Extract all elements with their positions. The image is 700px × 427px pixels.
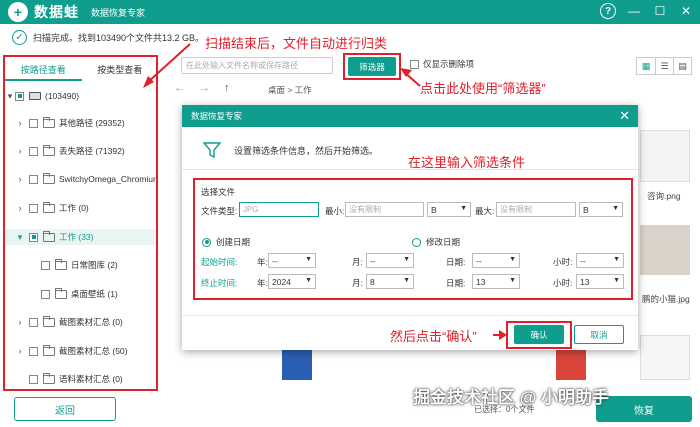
title-bar: + 数据蛙 数据恢复专家 ? — ☐ ✕ <box>0 0 700 24</box>
frog-logo-icon: + <box>8 2 28 22</box>
forward-arrow-icon[interactable]: → <box>199 82 210 94</box>
annotation-box-confirm <box>506 321 572 349</box>
app-logo: + 数据蛙 <box>8 2 79 22</box>
annotation-scan-done: 扫描结束后，文件自动进行归类 <box>205 36 388 51</box>
deleted-only-label: 仅显示删除项 <box>423 59 475 69</box>
file-thumbnail[interactable] <box>556 350 586 380</box>
up-arrow-icon[interactable]: ↑ <box>224 82 230 94</box>
annotation-box-conditions <box>193 178 633 300</box>
dialog-info-text: 设置筛选条件信息，然后开始筛选。 <box>234 145 379 156</box>
file-thumbnail[interactable] <box>640 130 690 182</box>
funnel-icon <box>202 142 222 159</box>
grid-view-icon[interactable]: ▦ <box>637 58 655 74</box>
cancel-button[interactable]: 取消 <box>574 325 624 344</box>
file-thumbnail[interactable] <box>282 350 312 380</box>
search-input[interactable]: 在此处输入文件名称或保存路径 <box>181 57 333 74</box>
breadcrumb: 桌面 > 工作 <box>268 85 312 95</box>
watermark: 掘金技术社区 @ 小明助手 <box>413 388 610 407</box>
annotation-box-filter <box>343 53 401 80</box>
arrow-to-filter <box>403 71 421 87</box>
view-mode-switch: ▦ ☰ ▤ <box>636 57 692 75</box>
deleted-only-toggle[interactable]: 仅显示删除项 <box>410 58 474 70</box>
file-label: 鹏的小猫.jpg <box>642 294 690 304</box>
help-icon[interactable]: ? <box>600 3 616 19</box>
back-arrow-icon[interactable]: ← <box>174 82 185 94</box>
list-view-icon[interactable]: ☰ <box>655 58 673 74</box>
nav-arrows: ← → ↑ <box>174 82 230 94</box>
dialog-title: 数据恢复专家 <box>191 111 243 121</box>
search-placeholder: 在此处输入文件名称或保存路径 <box>186 61 298 70</box>
scan-status-text: 扫描完成。找到103490个文件共13.2 GB。 <box>33 32 205 43</box>
maximize-button[interactable]: ☐ <box>652 3 668 19</box>
dialog-close-icon[interactable]: ✕ <box>619 108 630 124</box>
dialog-info: 设置筛选条件信息，然后开始筛选。 <box>202 140 378 160</box>
detail-view-icon[interactable]: ▤ <box>673 58 691 74</box>
file-thumbnail[interactable] <box>640 335 690 380</box>
annotation-then-confirm: 然后点击“确认” <box>390 329 477 344</box>
close-button[interactable]: ✕ <box>678 3 694 19</box>
file-label: 咨询.png <box>647 191 681 201</box>
file-thumbnail[interactable] <box>640 225 690 275</box>
annotation-box-sidebar <box>3 55 158 391</box>
recover-button[interactable]: 恢复 <box>596 396 692 422</box>
divider <box>182 315 638 316</box>
deleted-only-checkbox[interactable] <box>410 59 419 69</box>
check-circle-icon: ✓ <box>12 29 27 45</box>
minimize-button[interactable]: — <box>626 3 642 19</box>
dialog-titlebar: 数据恢复专家 ✕ <box>182 105 638 127</box>
annotation-enter-conditions: 在这里输入筛选条件 <box>408 155 526 170</box>
annotation-use-filter: 点击此处使用“筛选器” <box>420 81 546 96</box>
app-name: 数据蛙 <box>34 4 79 20</box>
back-button[interactable]: 返回 <box>14 397 116 421</box>
app-subtitle: 数据恢复专家 <box>91 7 146 18</box>
